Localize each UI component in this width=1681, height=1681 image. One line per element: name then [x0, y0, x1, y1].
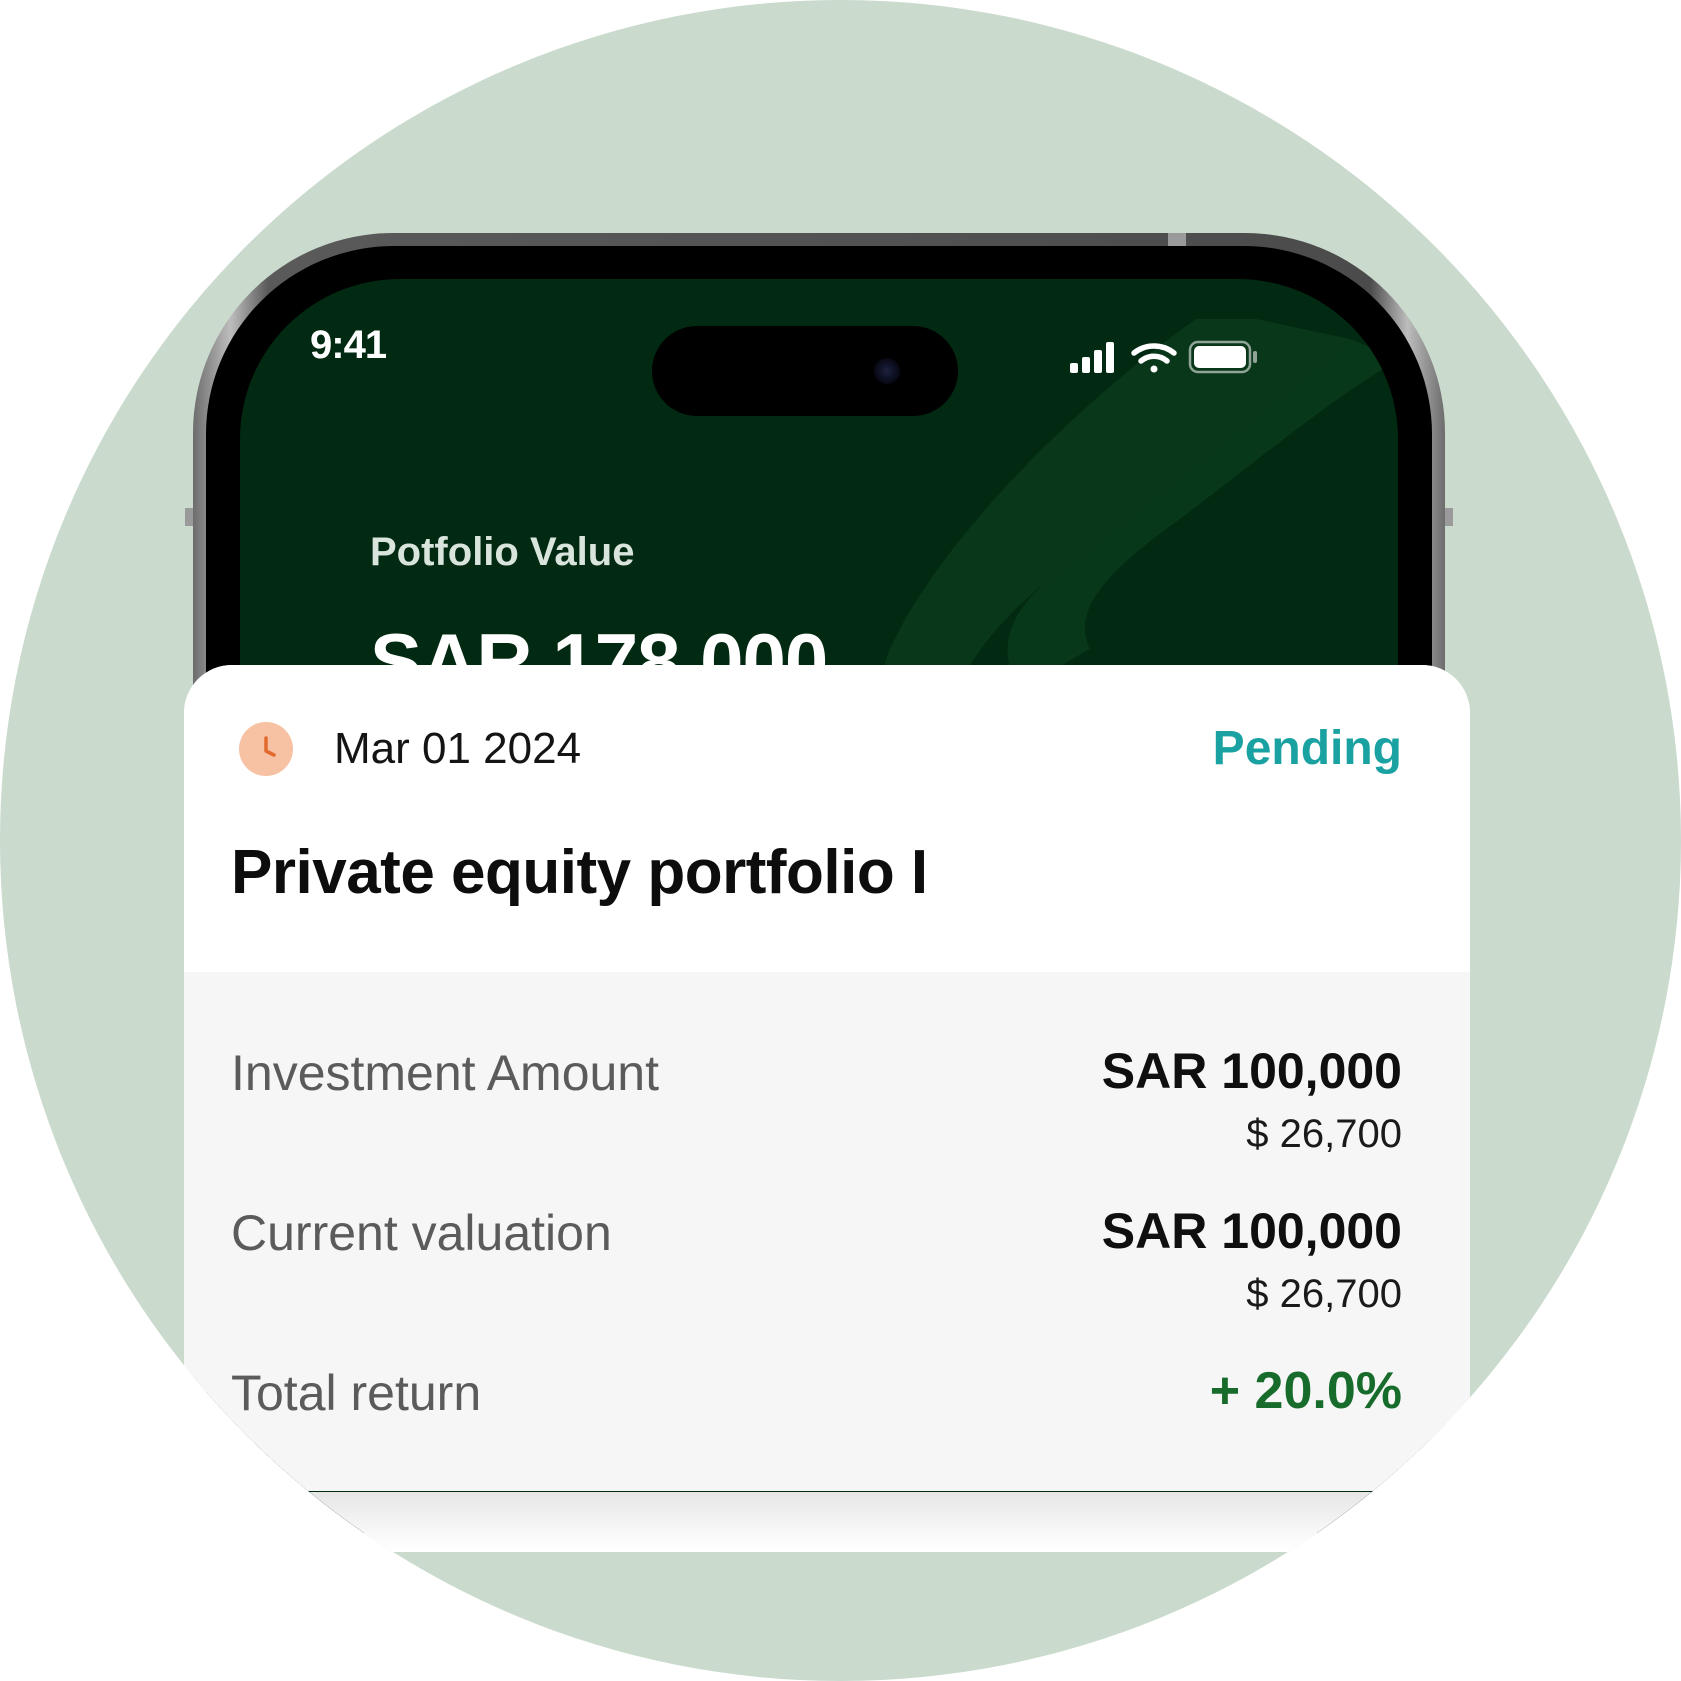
current-valuation-sar: SAR 100,000 [1101, 1203, 1402, 1259]
total-return-value: + 20.0% [1209, 1362, 1402, 1420]
card-header: Mar 01 2024 Pending Private equity portf… [184, 665, 1470, 972]
clock-icon [239, 722, 293, 776]
total-return-label: Total return [231, 1365, 482, 1421]
investment-amount-sar: SAR 100,000 [1101, 1043, 1402, 1099]
page-stage: 9:41 Potfolio Value SAR 178,000 Mar 01 2… [0, 0, 1681, 1681]
card-title: Private equity portfolio I [231, 838, 928, 907]
wifi-icon [1131, 343, 1177, 373]
dynamic-island [652, 326, 958, 416]
card-shadow [270, 1492, 1410, 1552]
current-valuation-label: Current valuation [231, 1205, 612, 1261]
background-circle: 9:41 Potfolio Value SAR 178,000 Mar 01 2… [0, 0, 1681, 1681]
front-camera [874, 358, 900, 384]
transaction-date: Mar 01 2024 [334, 724, 582, 773]
cellular-signal-icon [1070, 342, 1114, 373]
phone-side-button-right [1445, 508, 1453, 526]
phone-side-button-left [185, 508, 193, 526]
current-valuation-usd: $ 26,700 [1246, 1272, 1402, 1316]
portfolio-value-label: Potfolio Value [370, 530, 635, 574]
battery-icon [1188, 340, 1257, 374]
status-badge: Pending [1212, 722, 1402, 775]
investment-amount-usd: $ 26,700 [1246, 1112, 1402, 1156]
investment-card[interactable]: Mar 01 2024 Pending Private equity portf… [184, 665, 1470, 1491]
investment-amount-label: Investment Amount [231, 1045, 660, 1101]
card-details: Investment Amount SAR 100,000 $ 26,700 C… [184, 972, 1470, 1491]
status-icons [1070, 340, 1257, 374]
status-time: 9:41 [310, 323, 387, 367]
